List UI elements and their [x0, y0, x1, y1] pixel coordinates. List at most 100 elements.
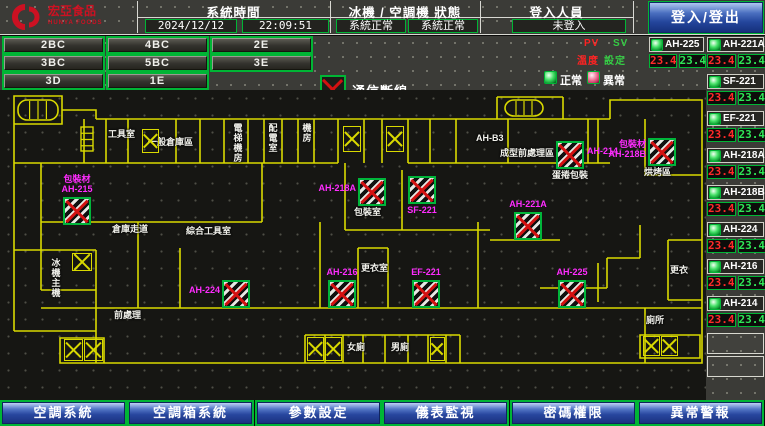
time-display: 22:09:51: [242, 19, 329, 33]
date-display: 2024/12/12: [145, 19, 237, 33]
map-unit-sf-221[interactable]: [408, 176, 436, 204]
room-label: 冰機主機: [50, 258, 60, 298]
stairs-icon: [17, 99, 59, 126]
floor-button-4BC[interactable]: 4BC: [108, 38, 207, 52]
nav-button-4[interactable]: 儀表監視: [384, 402, 507, 424]
shaft-x-icon: [307, 337, 324, 361]
floor-button-3E[interactable]: 3E: [212, 56, 311, 70]
floor-plan: 包裝材AH-215AH-224AH-216EF-221AH-225AH-221A…: [0, 90, 706, 400]
temp-label: 溫度: [577, 52, 599, 67]
unit-values: 23.423.4: [707, 202, 765, 216]
chiller-status-badge: 系統正常: [336, 19, 406, 33]
shaft-x-icon: [386, 126, 404, 152]
sidebar-unit-SF-221: SF-221 23.423.4: [707, 74, 764, 106]
status-led-icon: [709, 113, 721, 125]
status-led-icon: [709, 76, 721, 88]
sidebar-unit-button-AH-214[interactable]: AH-214: [707, 296, 764, 311]
sidebar-unit-button-AH-224[interactable]: AH-224: [707, 222, 764, 237]
sv-value: 23.4: [738, 276, 765, 290]
map-unit-ah-215[interactable]: [63, 197, 91, 225]
sv-value: 23.4: [738, 128, 765, 142]
sidebar-unit-button-AH-216[interactable]: AH-216: [707, 259, 764, 274]
sidebar-unit-AH-218B: AH-218B 23.423.4: [707, 185, 764, 217]
normal-led-icon: [544, 71, 557, 84]
map-unit-ah-218b[interactable]: [648, 138, 676, 166]
sidebar-unit-button-AH-225[interactable]: AH-225: [649, 37, 704, 52]
ladder-icon: [80, 126, 94, 157]
nav-button-2[interactable]: 空調箱系統: [129, 402, 252, 424]
room-label: 更衣室: [361, 264, 388, 274]
unit-name: AH-224: [723, 224, 757, 235]
pv-value: 23.4: [707, 165, 736, 179]
pv-value: 23.4: [707, 239, 736, 253]
shaft-x-icon: [343, 126, 361, 152]
room-label: 更衣: [670, 266, 688, 276]
sidebar-unit-button-AH-218B[interactable]: AH-218B: [707, 185, 764, 200]
nav-button-5[interactable]: 密碼權限: [512, 402, 635, 424]
floor-button-2E[interactable]: 2E: [212, 38, 311, 52]
pv-value: 23.4: [707, 91, 736, 105]
shaft-x-icon: [142, 129, 159, 153]
login-status-badge: 未登入: [512, 19, 626, 33]
map-unit-ah-221a[interactable]: [514, 212, 542, 240]
map-unit-label-ah-218b: 包裝材AH-218B: [600, 140, 646, 159]
status-led-icon: [709, 298, 721, 310]
brand-name-en: HUNYA FOODS: [48, 20, 103, 26]
map-unit-label-ah-221a: AH-221A: [504, 200, 552, 210]
sidebar-unit-EF-221: EF-221 23.423.4: [707, 111, 764, 143]
brand-logo-icon: [8, 3, 46, 31]
map-unit-ah-224[interactable]: [222, 280, 250, 308]
sidebar-unit-button-AH-218A[interactable]: AH-218A: [707, 148, 764, 163]
sv-value: 23.4: [738, 165, 765, 179]
login-logout-button[interactable]: 登入/登出: [649, 2, 763, 33]
unit-name: EF-221: [723, 113, 756, 124]
pv-value: 23.4: [707, 54, 736, 68]
room-label: AH-B3: [476, 134, 504, 144]
unit-values: 23.423.4: [707, 313, 765, 327]
sidebar-unit-button-EF-221[interactable]: EF-221: [707, 111, 764, 126]
nav-button-6[interactable]: 異常警報: [639, 402, 762, 424]
status-led-icon: [709, 187, 721, 199]
unit-values: 23.423.4: [707, 54, 765, 68]
room-label: 男廁: [391, 343, 409, 353]
map-unit-label-sf-221: SF-221: [398, 206, 446, 216]
sidebar-unit-button-SF-221[interactable]: SF-221: [707, 74, 764, 89]
status-led-icon: [709, 39, 721, 51]
ahu-status-badge: 系統正常: [408, 19, 478, 33]
abnormal-legend-label: 異常: [603, 72, 625, 88]
room-label: 倉庫走道: [112, 225, 148, 235]
nav-button-1[interactable]: 空調系統: [2, 402, 125, 424]
map-unit-ef-221[interactable]: [412, 280, 440, 308]
map-unit-label-ah-225: AH-225: [548, 268, 596, 278]
setpoint-label: 設定: [604, 52, 626, 67]
sv-value: 23.4: [738, 91, 765, 105]
map-unit-ah-218a[interactable]: [358, 178, 386, 206]
sv-value: 23.4: [738, 313, 765, 327]
sidebar-unit-AH-216: AH-21623.423.4: [707, 259, 764, 291]
map-unit-ah-216[interactable]: [328, 280, 356, 308]
unit-values: 23.423.4: [707, 91, 765, 105]
sidebar-unit-AH-214: AH-214 23.423.4: [707, 296, 764, 328]
map-unit-ah-214[interactable]: [556, 141, 584, 169]
map-unit-ah-225[interactable]: [558, 280, 586, 308]
map-unit-sublabel-ah-218b: 烘烤區: [644, 168, 671, 178]
unit-name: AH-214: [723, 298, 757, 309]
floor-button-2BC[interactable]: 2BC: [4, 38, 103, 52]
sidebar-unit-button-AH-221A[interactable]: AH-221A: [707, 37, 764, 52]
floor-button-1E[interactable]: 1E: [108, 74, 207, 88]
status-led-icon: [709, 261, 721, 273]
status-led-icon: [651, 39, 663, 51]
nav-button-3[interactable]: 參數設定: [257, 402, 380, 424]
floor-button-5BC[interactable]: 5BC: [108, 56, 207, 70]
toolbar-band: 2BC4BC2E3BC5BC3E3D1E 通信斷線 PV SV 溫度 設定 正常…: [0, 36, 648, 90]
scada-screen: 宏亞食品 HUNYA FOODS 系統時間 冰機 / 空調機 狀態 登入人員 2…: [0, 0, 765, 426]
pv-label: PV: [584, 38, 599, 49]
shaft-x-icon: [661, 336, 678, 356]
map-unit-label-ah-216: AH-216: [318, 268, 366, 278]
floor-button-3BC[interactable]: 3BC: [4, 56, 103, 70]
room-label: 機房: [301, 123, 311, 143]
unit-values: 23.423.4: [707, 128, 765, 142]
floor-button-3D[interactable]: 3D: [4, 74, 103, 88]
abnormal-led-icon: [587, 71, 600, 84]
sidebar-unit-AH-221A: AH-221A 23.423.4: [707, 37, 764, 69]
